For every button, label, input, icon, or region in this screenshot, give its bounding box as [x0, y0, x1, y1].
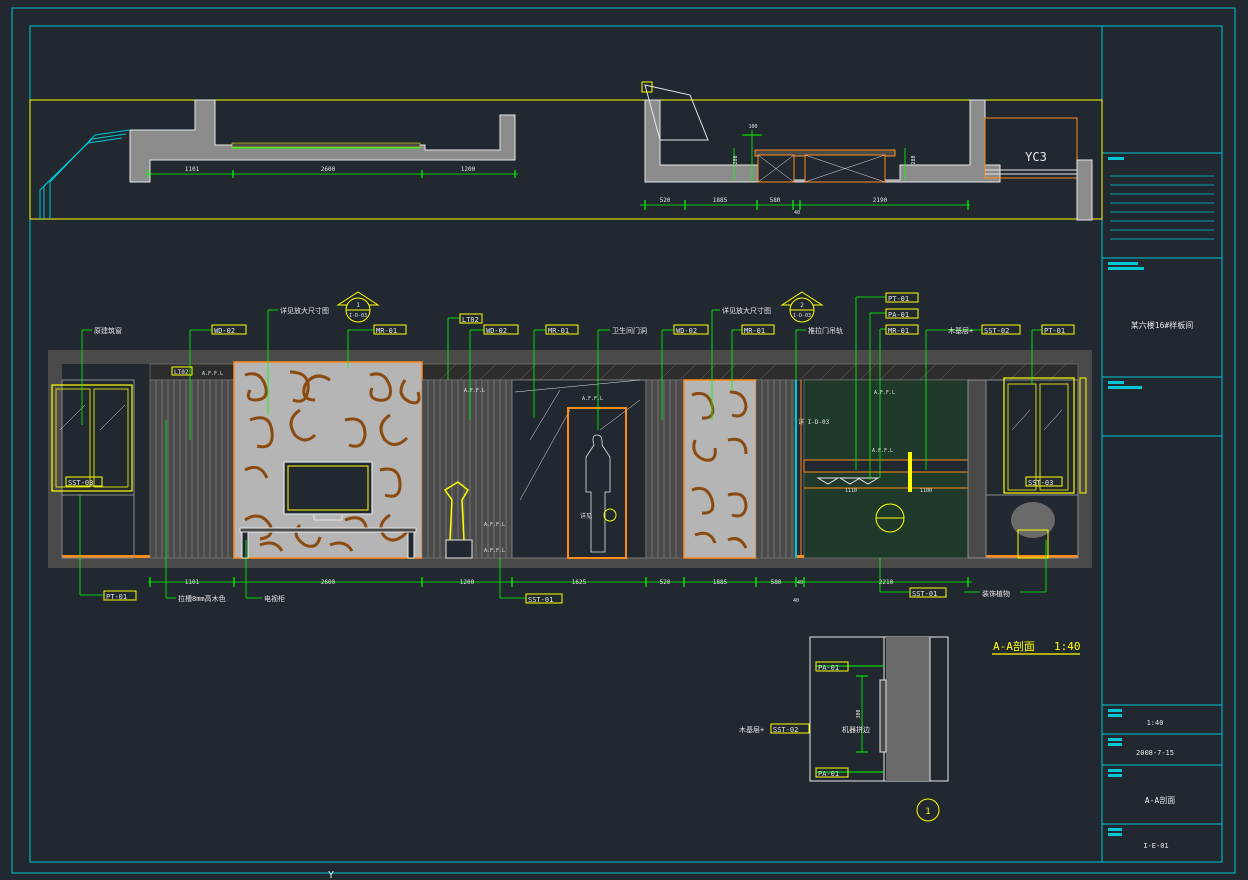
elev-dim-3: 1200	[460, 579, 475, 586]
note-sliding-track: 推拉门吊轨	[808, 326, 843, 335]
bottom-sst01-a: SST-01	[528, 596, 553, 604]
inner-sst03-left: SST-03	[68, 479, 93, 487]
elev-dim-7: 580	[771, 579, 782, 586]
note-mr01-a: MR-01	[376, 327, 397, 335]
elev-dim-9: 2210	[879, 579, 894, 586]
detail-pa01-top: PA-01	[818, 664, 839, 672]
inner-lt02: LT02	[174, 369, 189, 376]
note-pa01: PA-01	[888, 311, 909, 319]
detail-dim: 300	[856, 709, 862, 718]
bottom-tv-cabinet: 电视柜	[264, 594, 285, 603]
note-wd02-c: WD-02	[676, 327, 697, 335]
plan-dim-v-2: 280	[733, 155, 739, 164]
title-date: 2008-7-15	[1136, 749, 1174, 757]
elev-dim-2: 2600	[321, 579, 336, 586]
inner-detail-ref: 详 I-D-03	[798, 418, 830, 426]
note-wd02-b: WD-02	[486, 327, 507, 335]
note-detail-enlarged-a: 详见放大尺寸图	[280, 306, 329, 315]
plan-dim-right-5: 2190	[873, 197, 888, 204]
inner-aff-5: A.F.F.L	[582, 396, 603, 402]
plan-dim-left-2: 2600	[321, 166, 336, 173]
detail-marker-1-num: 1	[356, 302, 360, 309]
bottom-pt01: PT-01	[106, 593, 127, 601]
detail-center-note: 机器拼边	[842, 725, 870, 734]
inner-dim-1: 1110	[845, 488, 857, 494]
inner-aff-3: A.F.F.L	[484, 522, 505, 528]
plan-dim-v-1: 100	[748, 124, 757, 130]
inner-sst03-right: SST-03	[1028, 479, 1053, 487]
note-detail-enlarged-b: 详见放大尺寸图	[722, 306, 771, 315]
bottom-wood-groove: 拉槽8mm高木色	[178, 594, 226, 603]
inner-aff-2: A.F.F.L	[464, 388, 485, 394]
plan-dim-right-2: 1885	[713, 197, 728, 204]
plan-dim-left-1: 1101	[185, 166, 200, 173]
plan-dim-left-3: 1200	[461, 166, 476, 173]
plan-dim-right-1: 520	[660, 197, 671, 204]
detail-pa01-bottom: PA-01	[818, 770, 839, 778]
note-mr01-d: MR-01	[888, 327, 909, 335]
plan-dim-v-3: 280	[911, 155, 917, 164]
note-wood-base: 木基层+	[948, 326, 973, 335]
elev-dim-1: 1101	[185, 579, 200, 586]
detail-wood-base-note: 木基层+	[739, 725, 764, 734]
detail-marker-2-num: 2	[800, 302, 804, 309]
note-bathroom-door: 卫生间门洞	[612, 326, 647, 335]
plan-room-tag: YC3	[1025, 150, 1047, 164]
view-scale: 1:40	[1054, 640, 1081, 653]
bottom-sst01-b: SST-01	[912, 590, 937, 598]
title-drawing-no: I-E-01	[1143, 842, 1168, 850]
title-drawing-name: A-A剖面	[1145, 795, 1175, 805]
note-pt01-b: PT-01	[1044, 327, 1065, 335]
note-mr01-c: MR-01	[744, 327, 765, 335]
title-project: 某六楼16#样板间	[1131, 320, 1193, 330]
elev-dim-small: 40	[793, 598, 799, 604]
title-scale: 1:40	[1147, 719, 1164, 727]
inner-aff-6: A.F.F.L	[874, 390, 895, 396]
note-sst02: SST-02	[984, 327, 1009, 335]
detail-circle-num: 1	[925, 807, 930, 817]
bottom-plant: 装饰植物	[982, 589, 1010, 598]
plan-dim-right-3: 580	[770, 197, 781, 204]
elev-dim-6: 1885	[713, 579, 728, 586]
inner-dim-2: 1100	[920, 488, 932, 494]
inner-aff-4: A.F.F.L	[484, 548, 505, 554]
note-original-window: 原建筑窗	[94, 326, 122, 335]
note-pt01-a: PT-01	[888, 295, 909, 303]
plan-dim-right-4: 40	[794, 210, 800, 216]
elev-dim-5: 520	[660, 579, 671, 586]
note-mr01-b: MR-01	[548, 327, 569, 335]
inner-detail-ref-2: 详见	[580, 512, 592, 520]
detail-sst02: SST-02	[773, 726, 798, 734]
note-wd02-a: WD-02	[214, 327, 235, 335]
note-lt02: LT02	[462, 316, 479, 324]
detail-marker-1-ref: I-D-03	[349, 313, 367, 319]
detail-marker-2-ref: I-D-03	[793, 313, 811, 319]
elev-dim-8: 40	[797, 580, 803, 586]
elev-dim-4: 1625	[572, 579, 587, 586]
inner-aff-1: A.F.F.L	[202, 371, 223, 377]
cad-drawing: 某六楼16#样板间 1:40 2008-7-15 A-A剖面 I-E-01 11…	[0, 0, 1248, 880]
axis-marker: Y	[328, 870, 334, 880]
inner-aff-7: A.F.F.L	[872, 448, 893, 454]
view-title: A-A剖面	[993, 639, 1035, 653]
